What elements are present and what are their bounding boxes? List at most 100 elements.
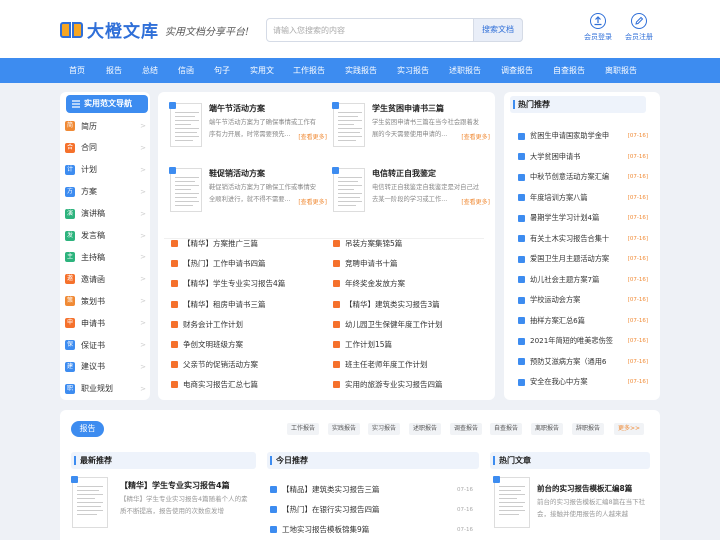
nav-item[interactable]: 信函 — [178, 58, 194, 83]
sidebar-item[interactable]: 保保证书 > — [60, 336, 150, 354]
sidebar-item[interactable]: 简简历 > — [60, 117, 150, 135]
report-tab[interactable]: 自查报告 — [490, 423, 523, 435]
doc-icon — [518, 194, 525, 201]
report-tab[interactable]: 调查报告 — [450, 423, 483, 435]
view-more-link[interactable]: [查看更多] — [461, 197, 490, 206]
featured-card[interactable]: 电信转正自我鉴定 电信转正自我鉴定自我鉴定是对自己过去某一阶段的学习或工作...[… — [332, 167, 493, 226]
report-tab[interactable]: 述职报告 — [409, 423, 442, 435]
nav-item[interactable]: 报告 — [106, 58, 122, 83]
list-item[interactable]: 实用的旅游专业实习报告四篇 — [333, 379, 443, 390]
doc-thumbnail[interactable] — [169, 167, 202, 212]
sidebar-item[interactable]: 职职业规划 > — [60, 380, 150, 398]
site-logo[interactable]: 大橙文库 — [60, 17, 159, 42]
featured-card[interactable]: 鞋促销活动方案 鞋促销活动方案为了确保工作或事情安全顺利进行，就不得不需要...[… — [169, 167, 330, 226]
hot-item[interactable]: 抽样方案汇总6篇 [07-16] — [518, 316, 648, 326]
list-item[interactable]: 【精华】建筑类实习报告3篇 — [333, 299, 440, 310]
hot-item[interactable]: 暑期学生学习计划4篇 [07-16] — [518, 213, 648, 223]
hot-item[interactable]: 中秋节创意活动方案汇编 [07-16] — [518, 172, 648, 182]
report-tab[interactable]: 离职报告 — [531, 423, 564, 435]
hot-item[interactable]: 2021年简短的唯美悲伤签 [07-16] — [518, 336, 648, 346]
report-tab[interactable]: 工作报告 — [287, 423, 320, 435]
list-item[interactable]: 工作计划15篇 — [333, 339, 392, 350]
nav-item[interactable]: 实习报告 — [397, 58, 429, 83]
latest-item-title[interactable]: 【精华】学生专业实习报告4篇 — [120, 480, 230, 491]
sidebar-item[interactable]: 计计划 > — [60, 161, 150, 179]
featured-title[interactable]: 电信转正自我鉴定 — [372, 168, 436, 179]
nav-item[interactable]: 自查报告 — [553, 58, 585, 83]
list-item[interactable]: 年终奖金发放方案 — [333, 278, 405, 289]
list-item[interactable]: 班主任老师年度工作计划 — [333, 359, 428, 370]
hot-item[interactable]: 学校运动会方案 [07-16] — [518, 295, 648, 305]
search-input[interactable] — [273, 24, 468, 37]
hot-item[interactable]: 爱国卫生月主题活动方案 [07-16] — [518, 254, 648, 264]
hot-article-item-title[interactable]: 前台的实习报告模板汇编8篇 — [537, 483, 632, 494]
hot-item[interactable]: 贫困生申请国家助学金申 [07-16] — [518, 131, 648, 141]
sidebar-item[interactable]: 申申请书 > — [60, 314, 150, 332]
report-tab[interactable]: 实习报告 — [368, 423, 401, 435]
sidebar-item[interactable]: 方方案 > — [60, 183, 150, 201]
hot-item-label: 学校运动会方案 — [530, 295, 581, 304]
nav-item[interactable]: 句子 — [214, 58, 230, 83]
nav-item[interactable]: 工作报告 — [293, 58, 325, 83]
featured-card[interactable]: 端午节活动方案 端午节活动方案为了确保事情或工作有序有力开展，时常需要预先...[… — [169, 102, 330, 161]
view-more-link[interactable]: [查看更多] — [298, 197, 327, 206]
featured-card[interactable]: 学生贫困申请书三篇 学生贫困申请书三篇在当今社会跟着发展的今天需要使用申请的...… — [332, 102, 493, 161]
doc-thumbnail[interactable] — [493, 476, 530, 528]
doc-thumbnail[interactable] — [169, 102, 202, 147]
sidebar-item[interactable]: 主主持稿 > — [60, 248, 150, 266]
list-item[interactable]: 【精华】方案推广三篇 — [171, 238, 258, 249]
category-icon: 方 — [65, 186, 75, 197]
featured-title[interactable]: 端午节活动方案 — [209, 103, 265, 114]
more-link[interactable]: 更多>> — [614, 423, 645, 435]
doc-thumbnail[interactable] — [71, 476, 108, 528]
nav-item[interactable]: 离职报告 — [605, 58, 637, 83]
nav-item[interactable]: 述职报告 — [449, 58, 481, 83]
sidebar-item[interactable]: 策策划书 > — [60, 292, 150, 310]
featured-title[interactable]: 学生贫困申请书三篇 — [372, 103, 444, 114]
hot-item[interactable]: 预防艾滋病方案（通用6 [07-16] — [518, 357, 648, 367]
nav-item[interactable]: 实用文 — [250, 58, 274, 83]
login-link[interactable]: 会员登录 — [580, 13, 616, 42]
nav-item[interactable]: 首页 — [69, 58, 85, 83]
list-item[interactable]: 竞聘申请书十篇 — [333, 258, 398, 269]
list-item[interactable]: 父亲节的促销活动方案 — [171, 359, 258, 370]
sidebar-item[interactable]: 演演讲稿 > — [60, 205, 150, 223]
hot-item[interactable]: 大学贫困申请书 [07-16] — [518, 152, 648, 162]
today-item[interactable]: 工地实习报告模板锦集9篇 07-16 — [270, 524, 473, 535]
featured-title[interactable]: 鞋促销活动方案 — [209, 168, 265, 179]
doc-thumbnail[interactable] — [332, 167, 365, 212]
today-item[interactable]: 【热门】在银行实习报告四篇 07-16 — [270, 504, 473, 515]
nav-item[interactable]: 调查报告 — [501, 58, 533, 83]
search-button[interactable]: 搜索文档 — [473, 18, 523, 42]
list-item[interactable]: 【精华】学生专业实习报告4篇 — [171, 278, 285, 289]
sidebar-item-label: 邀请函 — [81, 274, 105, 284]
hot-item[interactable]: 安全在我心中方案 [07-16] — [518, 377, 648, 387]
list-item[interactable]: 争创文明班级方案 — [171, 339, 243, 350]
nav-item[interactable]: 总结 — [142, 58, 158, 83]
today-item[interactable]: 【精品】建筑类实习报告三篇 07-16 — [270, 484, 473, 495]
sidebar-item[interactable]: 合合同 > — [60, 139, 150, 157]
sidebar-item[interactable]: 建建议书 > — [60, 358, 150, 376]
list-item[interactable]: 幼儿园卫生保健年度工作计划 — [333, 319, 443, 330]
list-item[interactable]: 【热门】工作申请书四篇 — [171, 258, 266, 269]
list-item[interactable]: 吊装方案集锦5篇 — [333, 238, 402, 249]
report-tab[interactable]: 辞职报告 — [572, 423, 605, 435]
hot-item[interactable]: 幼儿社会主题方案7篇 [07-16] — [518, 275, 648, 285]
hot-item[interactable]: 有关土木实习报告合集十 [07-16] — [518, 234, 648, 244]
view-more-link[interactable]: [查看更多] — [298, 132, 327, 141]
list-item[interactable]: 电商实习报告汇总七篇 — [171, 379, 258, 390]
register-link[interactable]: 会员注册 — [621, 13, 657, 42]
hot-item[interactable]: 年度培训方案八篇 [07-16] — [518, 193, 648, 203]
hot-item-date: [07-16] — [627, 297, 648, 303]
nav-item[interactable]: 实践报告 — [345, 58, 377, 83]
sidebar-item[interactable]: 发发言稿 > — [60, 227, 150, 245]
doc-thumbnail[interactable] — [332, 102, 365, 147]
doc-icon — [171, 361, 178, 369]
report-tag[interactable]: 报告 — [71, 421, 104, 437]
list-item[interactable]: 【精华】租房申请书三篇 — [171, 299, 266, 310]
sidebar-item[interactable]: 邀邀请函 > — [60, 270, 150, 288]
list-item[interactable]: 财务会计工作计划 — [171, 319, 243, 330]
doc-icon — [171, 240, 178, 247]
view-more-link[interactable]: [查看更多] — [461, 132, 490, 141]
report-tab[interactable]: 实践报告 — [328, 423, 361, 435]
